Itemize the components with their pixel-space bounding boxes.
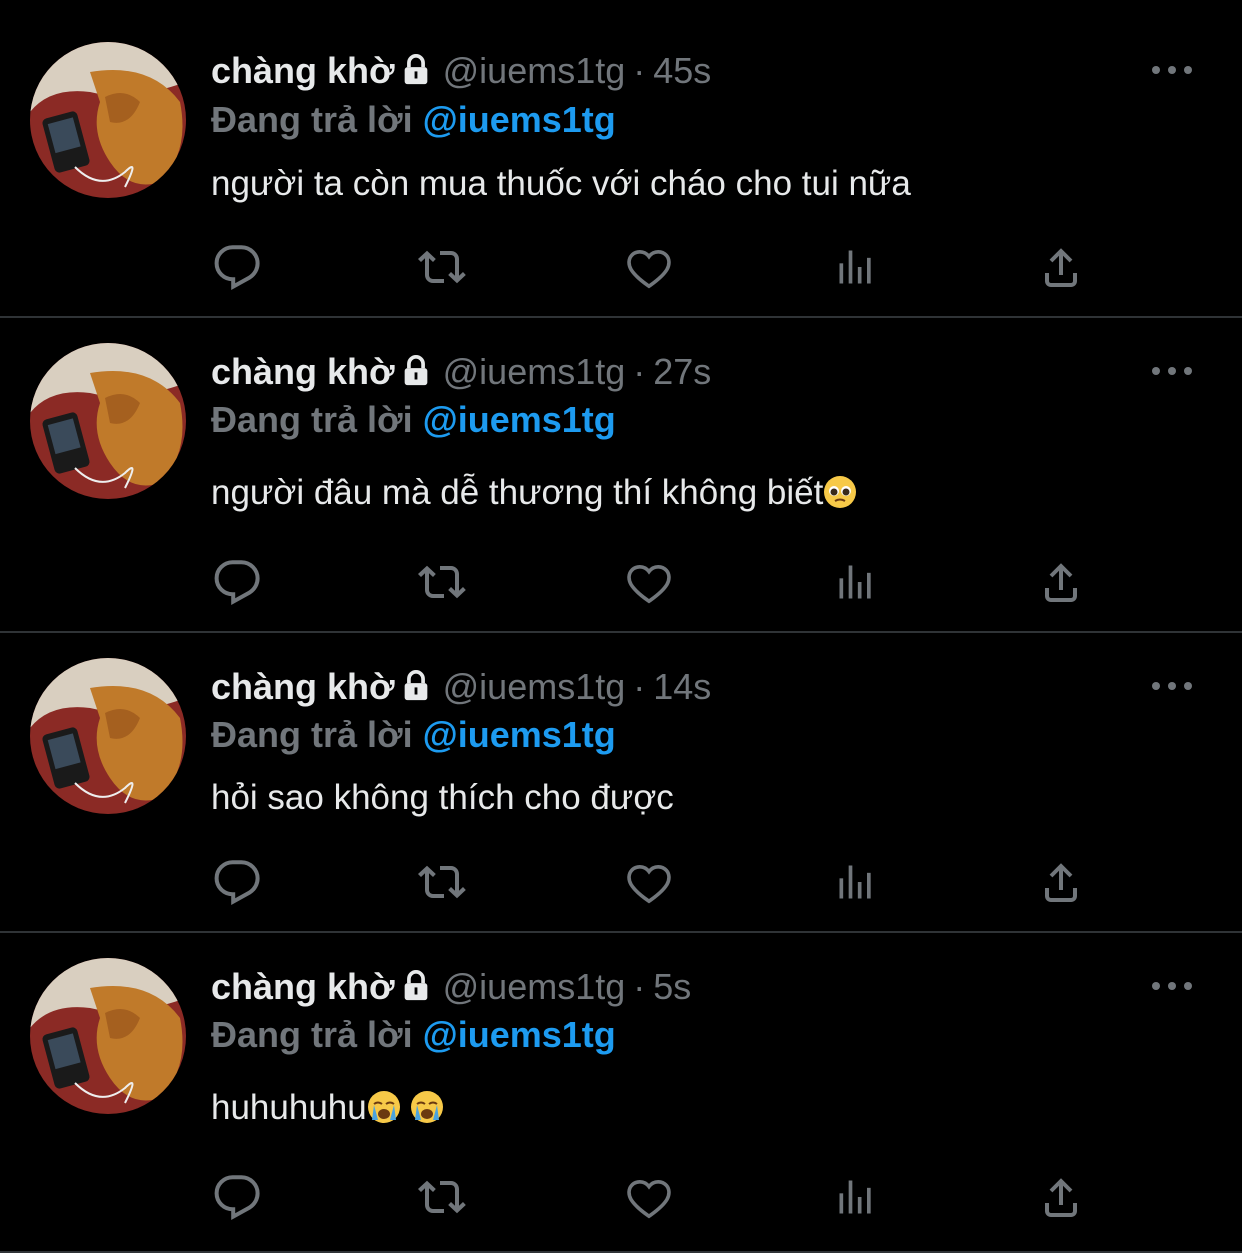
pleading-face-emoji — [823, 475, 857, 509]
avatar[interactable] — [30, 658, 186, 814]
separator-dot: · — [633, 351, 646, 392]
separator-dot: · — [633, 50, 646, 91]
replying-to: Đang trả lời @iuems1tg — [211, 98, 616, 142]
replying-label: Đang trả lời — [211, 714, 413, 755]
tweet-text-content: huhuhuhu — [211, 1088, 367, 1127]
timestamp[interactable]: 14s — [653, 666, 711, 707]
timestamp[interactable]: 45s — [653, 50, 711, 91]
tweet[interactable]: chàng khờ @iuems1tg · 14s Đang trả lời @iu… — [0, 633, 1242, 933]
like-icon[interactable] — [619, 1167, 679, 1227]
lock-icon — [399, 669, 433, 713]
tweet-text-content: hỏi sao không thích cho được — [211, 778, 674, 817]
action-bar — [0, 552, 1242, 612]
replying-to: Đang trả lời @iuems1tg — [211, 1013, 616, 1057]
replying-label: Đang trả lời — [211, 99, 413, 140]
analytics-icon[interactable] — [826, 852, 886, 912]
display-name[interactable]: chàng khờ — [211, 666, 395, 707]
mention-link[interactable]: @iuems1tg — [423, 399, 616, 440]
reply-icon[interactable] — [207, 237, 267, 297]
replying-label: Đang trả lời — [211, 1014, 413, 1055]
analytics-icon[interactable] — [826, 552, 886, 612]
mention-link[interactable]: @iuems1tg — [423, 714, 616, 755]
loudly-crying-face-emoji — [367, 1090, 401, 1124]
retweet-icon[interactable] — [412, 1167, 472, 1227]
more-icon[interactable] — [1152, 976, 1192, 996]
share-icon[interactable] — [1031, 1167, 1091, 1227]
timestamp[interactable]: 5s — [653, 966, 691, 1007]
more-icon[interactable] — [1152, 361, 1192, 381]
timestamp[interactable]: 27s — [653, 351, 711, 392]
like-icon[interactable] — [619, 237, 679, 297]
tweet[interactable]: chàng khờ @iuems1tg · 5s Đang trả lời @iue… — [0, 933, 1242, 1253]
more-icon[interactable] — [1152, 676, 1192, 696]
more-icon[interactable] — [1152, 60, 1192, 80]
share-icon[interactable] — [1031, 237, 1091, 297]
tweet-header: chàng khờ @iuems1tg · 14s — [211, 665, 711, 713]
tweet-text: hỏi sao không thích cho được — [211, 776, 674, 820]
display-name[interactable]: chàng khờ — [211, 966, 395, 1007]
display-name[interactable]: chàng khờ — [211, 351, 395, 392]
reply-icon[interactable] — [207, 852, 267, 912]
like-icon[interactable] — [619, 852, 679, 912]
reply-icon[interactable] — [207, 552, 267, 612]
like-icon[interactable] — [619, 552, 679, 612]
handle[interactable]: @iuems1tg — [443, 50, 626, 91]
action-bar — [0, 237, 1242, 297]
handle[interactable]: @iuems1tg — [443, 666, 626, 707]
lock-icon — [399, 354, 433, 398]
lock-icon — [399, 53, 433, 97]
tweet-header: chàng khờ @iuems1tg · 5s — [211, 965, 691, 1013]
replying-label: Đang trả lời — [211, 399, 413, 440]
analytics-icon[interactable] — [826, 237, 886, 297]
tweet[interactable]: chàng khờ @iuems1tg · 27s Đang trả lời @iu… — [0, 318, 1242, 633]
analytics-icon[interactable] — [826, 1167, 886, 1227]
mention-link[interactable]: @iuems1tg — [423, 1014, 616, 1055]
separator-dot: · — [633, 666, 646, 707]
tweet-text-content: người đâu mà dễ thương thí không biết — [211, 473, 824, 512]
replying-to: Đang trả lời @iuems1tg — [211, 398, 616, 442]
loudly-crying-face-emoji — [410, 1090, 444, 1124]
mention-link[interactable]: @iuems1tg — [423, 99, 616, 140]
avatar[interactable] — [30, 42, 186, 198]
tweet-header: chàng khờ @iuems1tg · 45s — [211, 49, 711, 97]
handle[interactable]: @iuems1tg — [443, 966, 626, 1007]
reply-icon[interactable] — [207, 1167, 267, 1227]
retweet-icon[interactable] — [412, 552, 472, 612]
tweet-text-content: người ta còn mua thuốc với cháo cho tui … — [211, 164, 911, 203]
share-icon[interactable] — [1031, 852, 1091, 912]
avatar[interactable] — [30, 343, 186, 499]
tweet-text: người đâu mà dễ thương thí không biết — [211, 471, 857, 515]
lock-icon — [399, 969, 433, 1013]
replying-to: Đang trả lời @iuems1tg — [211, 713, 616, 757]
tweet-text: huhuhuhu — [211, 1086, 444, 1130]
tweet-text: người ta còn mua thuốc với cháo cho tui … — [211, 162, 911, 206]
separator-dot: · — [633, 966, 646, 1007]
tweet-header: chàng khờ @iuems1tg · 27s — [211, 350, 711, 398]
retweet-icon[interactable] — [412, 237, 472, 297]
action-bar — [0, 852, 1242, 912]
action-bar — [0, 1167, 1242, 1227]
handle[interactable]: @iuems1tg — [443, 351, 626, 392]
tweet-feed: chàng khờ @iuems1tg · 45s Đang trả lời @iu… — [0, 0, 1242, 1253]
retweet-icon[interactable] — [412, 852, 472, 912]
tweet[interactable]: chàng khờ @iuems1tg · 45s Đang trả lời @iu… — [0, 0, 1242, 318]
share-icon[interactable] — [1031, 552, 1091, 612]
display-name[interactable]: chàng khờ — [211, 50, 395, 91]
avatar[interactable] — [30, 958, 186, 1114]
